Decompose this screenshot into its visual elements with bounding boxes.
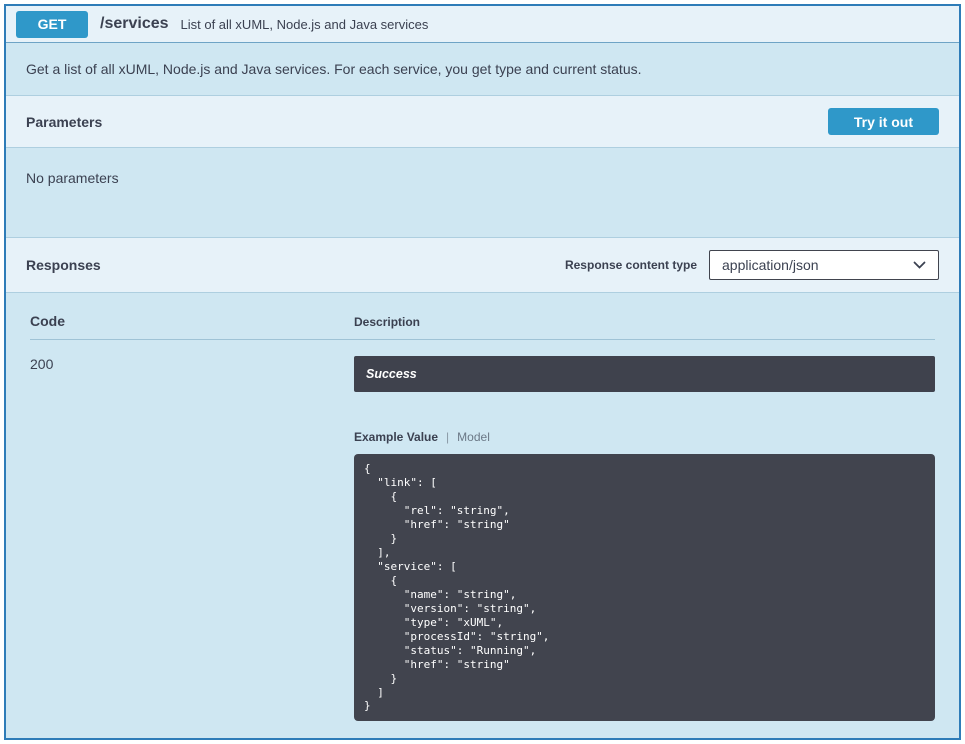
parameters-title: Parameters	[26, 114, 102, 130]
no-parameters-message: No parameters	[26, 170, 939, 186]
endpoint-path: /services	[100, 15, 169, 33]
response-description-banner: Success	[354, 356, 935, 392]
try-it-out-button[interactable]: Try it out	[828, 108, 939, 135]
response-content-type-label: Response content type	[565, 258, 697, 272]
responses-title: Responses	[26, 257, 101, 273]
tab-model[interactable]: Model	[457, 430, 490, 444]
model-example-tabs: Example Value | Model	[354, 430, 935, 444]
response-content-type-control: Response content type application/json	[565, 250, 939, 280]
http-method-badge: GET	[16, 11, 88, 38]
response-content-type-select[interactable]: application/json	[709, 250, 939, 280]
description-column-header: Description	[354, 315, 935, 329]
parameters-body: No parameters	[6, 148, 959, 237]
selected-content-type: application/json	[722, 257, 819, 273]
code-column-header: Code	[30, 313, 354, 329]
operation-description: Get a list of all xUML, Node.js and Java…	[6, 43, 959, 95]
response-description-column: Success Example Value | Model { "link": …	[354, 356, 935, 721]
responses-section-header: Responses Response content type applicat…	[6, 237, 959, 293]
responses-table-header: Code Description	[30, 313, 935, 340]
response-code: 200	[30, 356, 354, 721]
operation-panel: GET /services List of all xUML, Node.js …	[4, 4, 961, 740]
endpoint-summary: List of all xUML, Node.js and Java servi…	[181, 17, 429, 32]
responses-body: Code Description 200 Success Example Val…	[6, 293, 959, 739]
example-json-code: { "link": [ { "rel": "string", "href": "…	[354, 454, 935, 721]
chevron-down-icon	[913, 261, 926, 269]
operation-summary-row[interactable]: GET /services List of all xUML, Node.js …	[6, 6, 959, 43]
response-row-200: 200 Success Example Value | Model { "lin…	[30, 340, 935, 721]
parameters-section-header: Parameters Try it out	[6, 95, 959, 148]
tab-separator: |	[446, 430, 449, 444]
tab-example-value[interactable]: Example Value	[354, 430, 438, 444]
